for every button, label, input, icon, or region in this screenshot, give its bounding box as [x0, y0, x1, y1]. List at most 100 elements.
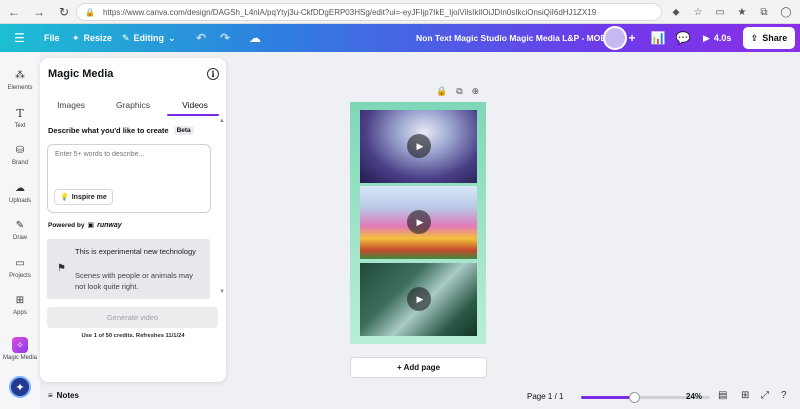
add-page-button[interactable]: + Add page — [350, 357, 487, 378]
magic-assistant-icon[interactable]: ✦ — [9, 376, 31, 398]
undo-icon[interactable]: ↶ — [194, 24, 208, 52]
experimental-notice: ⚑ This is experimental new technology Sc… — [47, 239, 210, 299]
rail-item-label: Text — [14, 123, 26, 129]
grid-view-icon[interactable]: ⊞ — [741, 390, 749, 401]
redo-icon[interactable]: ↷ — [218, 24, 232, 52]
rail-item-apps[interactable]: ⊞ Apps — [0, 293, 40, 317]
info-icon[interactable]: i — [207, 68, 219, 80]
scroll-up-arrow-icon[interactable]: ▲ — [219, 118, 225, 124]
rail-item-projects[interactable]: ▭ Projects — [0, 256, 40, 280]
rail-item-label: Uploads — [8, 198, 31, 204]
file-menu-label: File — [44, 33, 60, 43]
powered-label: Powered by — [48, 221, 85, 229]
play-icon[interactable]: ▶ — [407, 287, 431, 311]
url-text: https://www.canva.com/design/DAGSh_L4nlA… — [102, 7, 597, 17]
bottom-bar: ≡ Notes Page 1 / 1 24% ▤ ⊞ ⤢ ? — [40, 386, 800, 409]
tab-images[interactable]: Images — [40, 97, 102, 117]
editing-label: Editing — [133, 33, 165, 43]
flag-icon: ⚑ — [57, 263, 66, 274]
notes-icon: ≡ — [48, 391, 53, 400]
resize-button[interactable]: ✦ Resize — [72, 24, 112, 52]
browser-toolbar: ← → ↻ 🔒 https://www.canva.com/design/DAG… — [0, 0, 800, 24]
video-tile-forest[interactable]: ▶ — [360, 263, 477, 336]
split-view-icon[interactable]: ▭ — [712, 4, 728, 20]
brand-icon: ⛁ — [15, 144, 25, 156]
page-indicator[interactable]: Page 1 / 1 — [527, 392, 563, 401]
prompt-box[interactable]: 💡 Inspire me — [47, 144, 211, 213]
rail-item-label: Draw — [12, 235, 27, 241]
prompt-input[interactable] — [55, 151, 203, 158]
tab-graphics[interactable]: Graphics — [102, 97, 164, 117]
pencil-icon: ✎ — [122, 32, 130, 43]
design-page[interactable]: ▶ ▶ ▶ — [350, 102, 486, 344]
play-icon[interactable]: ▶ — [407, 134, 431, 158]
rail-item-label: Apps — [13, 310, 27, 316]
rail-item-uploads[interactable]: ☁ Uploads — [0, 181, 40, 205]
rail-item-draw[interactable]: ✎ Draw — [0, 218, 40, 242]
elements-icon: ⁂ — [15, 69, 25, 81]
help-icon[interactable]: ? — [781, 390, 787, 401]
notes-button[interactable]: ≡ Notes — [48, 391, 79, 400]
lock-icon: 🔒 — [85, 7, 95, 17]
zoom-fill — [581, 396, 633, 399]
inspire-me-button[interactable]: 💡 Inspire me — [54, 189, 113, 205]
video-tile-flowers[interactable]: ▶ — [360, 186, 477, 259]
zoom-level[interactable]: 24% — [686, 392, 702, 401]
notice-body: Scenes with people or animals may not lo… — [75, 271, 193, 291]
cloud-save-icon[interactable]: ☁ — [248, 24, 262, 52]
insights-chart-icon[interactable]: 📊 — [651, 24, 666, 52]
magic-media-icon: ✧ — [12, 337, 28, 353]
add-page-icon[interactable]: ⊕ — [472, 86, 480, 97]
duplicate-page-icon[interactable]: ⧉ — [456, 86, 462, 97]
comment-icon[interactable]: 💬 — [676, 24, 691, 52]
rail-item-label: Elements — [7, 85, 33, 91]
rail-item-label: Magic Media — [2, 355, 37, 361]
file-menu-button[interactable]: File — [44, 24, 60, 52]
inspire-label: Inspire me — [71, 193, 107, 201]
add-page-label: + Add page — [396, 363, 441, 372]
beta-badge: Beta — [173, 126, 194, 135]
profile-icon[interactable]: ◯ — [778, 4, 794, 20]
zoom-slider-handle[interactable] — [629, 392, 640, 403]
text-icon: T — [16, 106, 24, 120]
resize-label: Resize — [83, 33, 113, 43]
scroll-down-arrow-icon[interactable]: ▼ — [219, 289, 225, 295]
timer-label: 4.0s — [713, 33, 732, 43]
chevron-down-icon: ⌄ — [168, 32, 176, 43]
video-tile-planets[interactable]: ▶ — [360, 110, 477, 183]
rail-item-brand[interactable]: ⛁ Brand — [0, 143, 40, 167]
rail-item-text[interactable]: T Text — [0, 106, 40, 130]
lightbulb-icon: 💡 — [60, 194, 69, 201]
rail-item-elements[interactable]: ⁂ Elements — [0, 68, 40, 92]
editing-mode-button[interactable]: ✎ Editing ⌄ — [122, 24, 176, 52]
credits-text: Use 1 of 50 credits. Refreshes 11/1/24 — [81, 333, 185, 339]
lock-icon[interactable]: 🔒 — [436, 86, 447, 97]
collections-icon[interactable]: ⧉ — [756, 4, 772, 20]
hamburger-menu-icon[interactable]: ☰ — [14, 24, 25, 52]
left-rail: ⁂ Elements T Text ⛁ Brand ☁ Uploads ✎ Dr… — [0, 52, 40, 409]
share-icon: ⇪ — [750, 32, 759, 43]
forward-arrow-icon[interactable]: → — [28, 1, 50, 23]
pages-view-icon[interactable]: ▤ — [718, 390, 727, 401]
reload-icon[interactable]: ↻ — [53, 1, 75, 23]
extension-icon[interactable]: ⬥ — [668, 4, 684, 20]
play-icon[interactable]: ▶ — [407, 210, 431, 234]
draw-pen-icon: ✎ — [15, 219, 25, 231]
share-button[interactable]: ⇪ Share — [743, 27, 795, 49]
generate-video-button[interactable]: Generate video — [47, 307, 218, 328]
fullscreen-icon[interactable]: ⤢ — [761, 390, 769, 401]
share-label: Share — [762, 33, 788, 43]
design-title[interactable]: Non Text Magic Studio Magic Media L&P - … — [416, 24, 620, 52]
add-collaborator-icon[interactable]: + — [626, 24, 638, 52]
star-icon[interactable]: ☆ — [690, 4, 706, 20]
avatar[interactable] — [603, 26, 627, 50]
favorites-icon[interactable]: ★ — [734, 4, 750, 20]
rail-item-magic-media[interactable]: ✧ Magic Media — [0, 337, 40, 361]
runway-logo-icon: ▣ — [87, 222, 95, 229]
back-arrow-icon[interactable]: ← — [3, 1, 25, 23]
address-bar[interactable]: 🔒 https://www.canva.com/design/DAGSh_L4n… — [76, 3, 662, 21]
panel-title: Magic Media — [48, 68, 114, 80]
present-button[interactable]: ▶ 4.0s — [703, 24, 731, 52]
notice-title: This is experimental new technology — [75, 247, 196, 256]
rail-item-label: Projects — [9, 273, 31, 279]
